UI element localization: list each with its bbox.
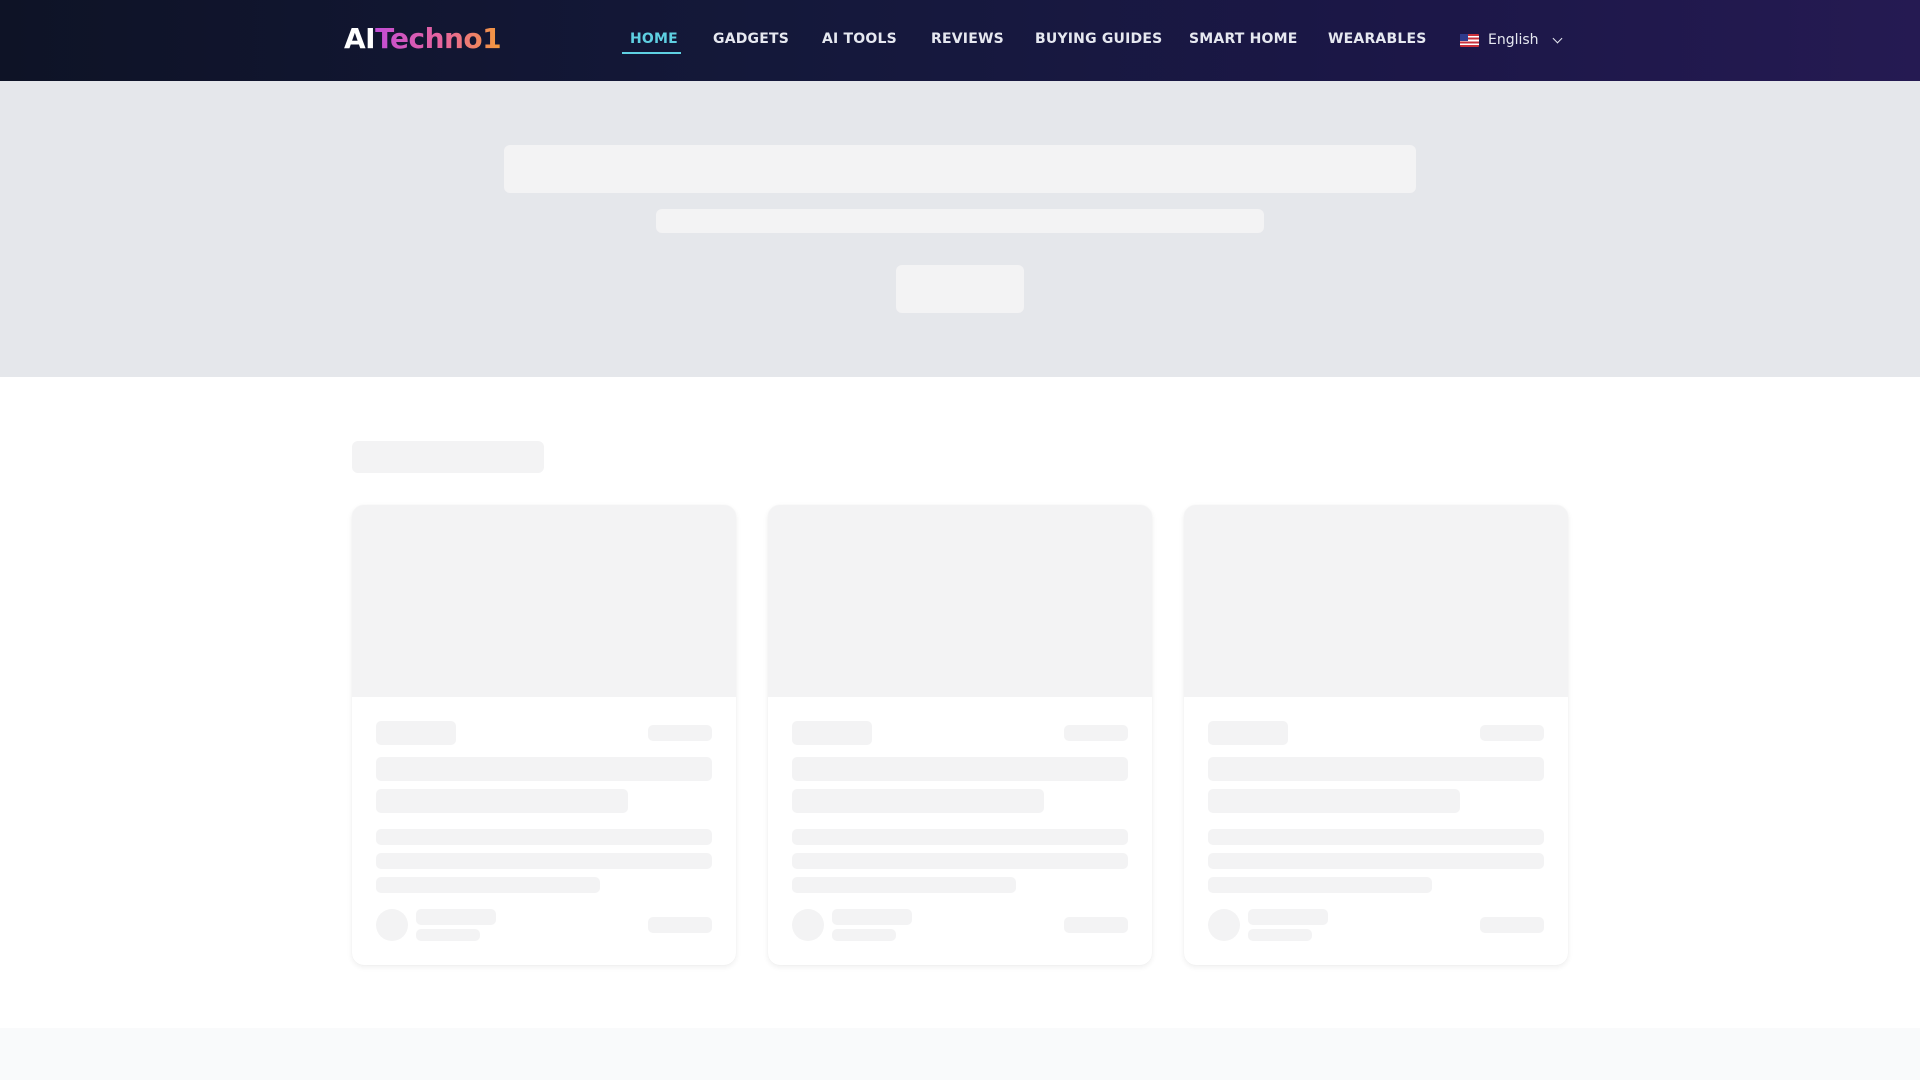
card-excerpt-line-placeholder <box>1208 877 1432 893</box>
card-title-line-placeholder <box>376 757 712 781</box>
author-avatar-placeholder <box>376 909 408 941</box>
hero-subtitle-placeholder <box>656 209 1264 233</box>
card-date-placeholder <box>648 725 712 741</box>
section-title-placeholder <box>352 441 544 473</box>
read-time-placeholder <box>1064 917 1128 933</box>
card-excerpt-line-placeholder <box>792 829 1128 845</box>
nav-ai-tools[interactable]: AI TOOLS <box>822 29 897 49</box>
card-excerpt-line-placeholder <box>792 853 1128 869</box>
read-time-placeholder <box>1480 917 1544 933</box>
card-title-line-placeholder <box>792 757 1128 781</box>
card-image-placeholder <box>768 505 1152 697</box>
language-selector[interactable]: English <box>1460 29 1563 51</box>
card-image-placeholder <box>352 505 736 697</box>
read-time-placeholder <box>648 917 712 933</box>
card-title-line-placeholder <box>1208 789 1460 813</box>
site-header: AITechno1 HOME GADGETS AI TOOLS REVIEWS … <box>0 0 1920 81</box>
author-name-placeholder <box>1248 909 1328 925</box>
hero-title-placeholder <box>504 145 1416 193</box>
card-date-placeholder <box>1064 725 1128 741</box>
card-category-placeholder <box>792 721 872 745</box>
card-category-placeholder <box>1208 721 1288 745</box>
card-excerpt-line-placeholder <box>792 877 1016 893</box>
footer-area <box>0 1028 1920 1080</box>
article-card-placeholder <box>768 505 1152 965</box>
card-excerpt-line-placeholder <box>376 853 712 869</box>
nav-smart-home[interactable]: SMART HOME <box>1189 29 1298 49</box>
card-title-line-placeholder <box>1208 757 1544 781</box>
article-card-placeholder <box>352 505 736 965</box>
hero-skeleton <box>0 81 1920 377</box>
nav-buying-guides[interactable]: BUYING GUIDES <box>1035 29 1162 49</box>
author-name-placeholder <box>832 909 912 925</box>
author-meta-placeholder <box>1248 929 1312 941</box>
card-title-line-placeholder <box>376 789 628 813</box>
author-avatar-placeholder <box>792 909 824 941</box>
card-excerpt-line-placeholder <box>376 877 600 893</box>
nav-home[interactable]: HOME <box>630 29 678 49</box>
hero-button-placeholder <box>896 265 1024 313</box>
chevron-down-icon <box>1552 33 1563 43</box>
card-excerpt-line-placeholder <box>1208 829 1544 845</box>
card-excerpt-line-placeholder <box>376 829 712 845</box>
nav-gadgets[interactable]: GADGETS <box>713 29 789 49</box>
author-meta-placeholder <box>832 929 896 941</box>
language-label: English <box>1488 32 1539 48</box>
card-image-placeholder <box>1184 505 1568 697</box>
nav-wearables[interactable]: WEARABLES <box>1328 29 1427 49</box>
author-name-placeholder <box>416 909 496 925</box>
main-nav: HOME GADGETS AI TOOLS REVIEWS BUYING GUI… <box>0 0 1920 81</box>
article-card-placeholder <box>1184 505 1568 965</box>
nav-reviews[interactable]: REVIEWS <box>931 29 1004 49</box>
nav-active-underline <box>622 52 681 54</box>
card-title-line-placeholder <box>792 789 1044 813</box>
us-flag-icon <box>1460 33 1479 47</box>
card-excerpt-line-placeholder <box>1208 853 1544 869</box>
author-meta-placeholder <box>416 929 480 941</box>
card-category-placeholder <box>376 721 456 745</box>
card-date-placeholder <box>1480 725 1544 741</box>
articles-skeleton-section <box>0 377 1920 1028</box>
author-avatar-placeholder <box>1208 909 1240 941</box>
